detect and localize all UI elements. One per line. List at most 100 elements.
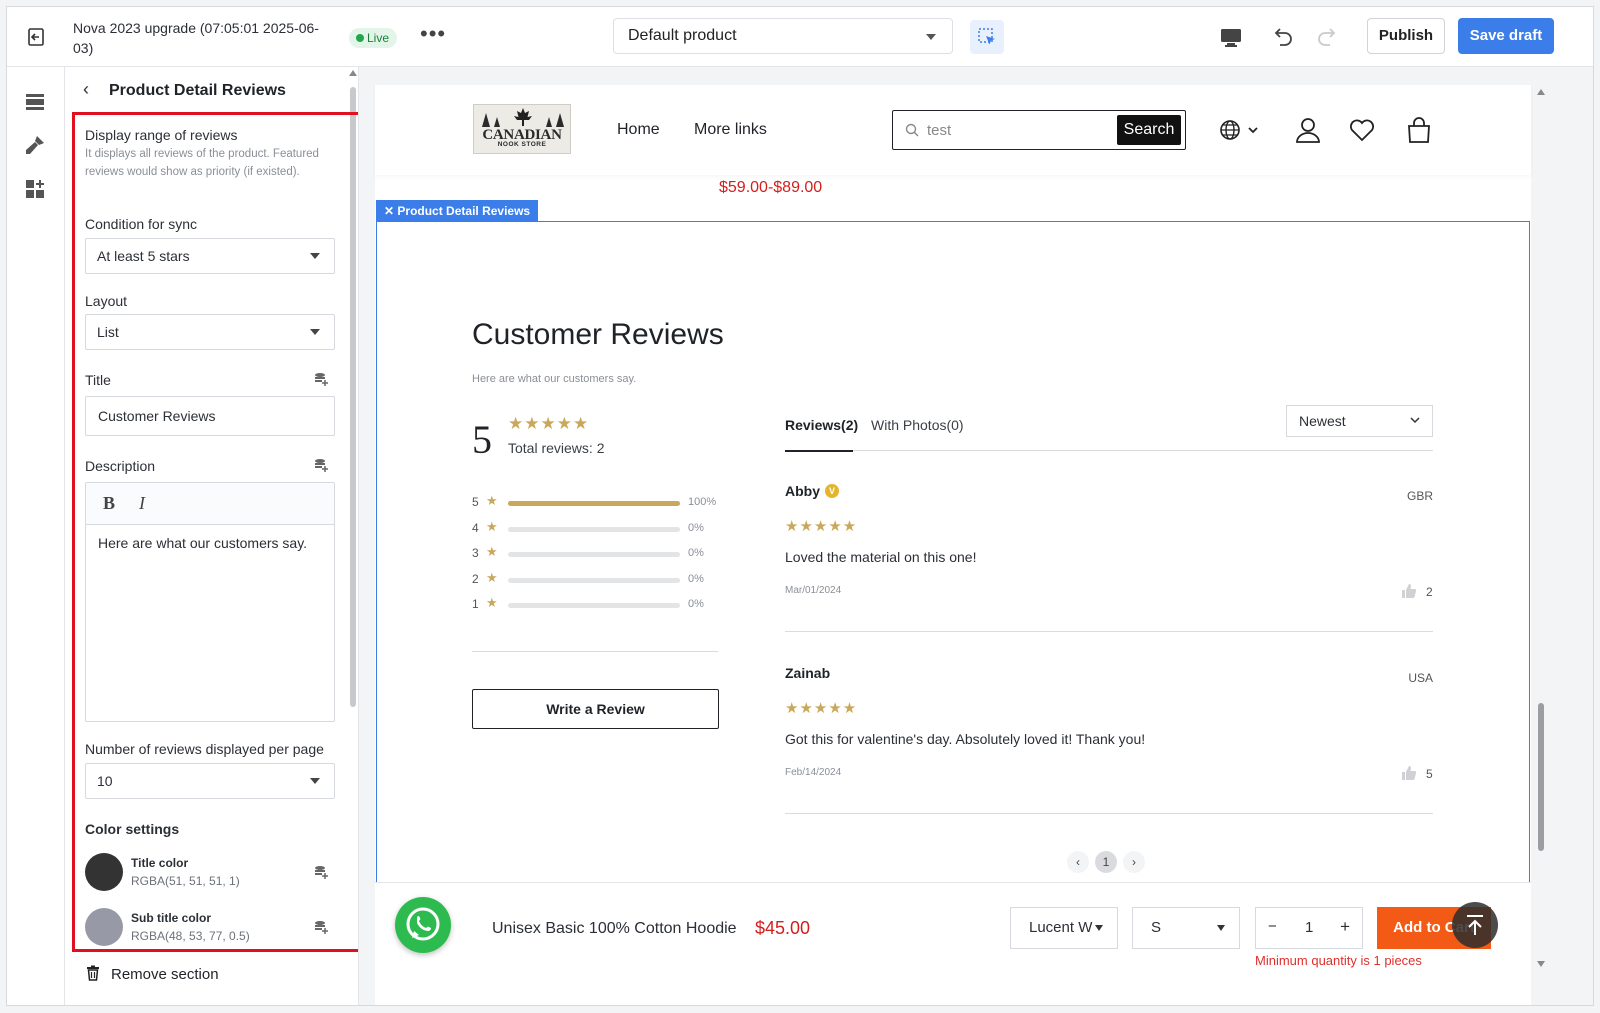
- title-color-swatch[interactable]: [85, 853, 123, 891]
- settings-panel: ‹ Product Detail Reviews Display range of…: [65, 67, 359, 1005]
- distribution-bar: [508, 501, 680, 506]
- tab-with-photos[interactable]: With Photos(0): [871, 417, 964, 433]
- section-tag[interactable]: ✕ Product Detail Reviews: [376, 200, 539, 222]
- sort-value: Newest: [1299, 413, 1346, 429]
- distribution-percent: 0%: [688, 547, 704, 559]
- tab-reviews[interactable]: Reviews(2): [785, 417, 858, 433]
- sticky-product-name: Unisex Basic 100% Cotton Hoodie: [492, 920, 737, 937]
- distribution-row: 3 ★ 0%: [472, 544, 722, 562]
- cart-bag-icon[interactable]: [1405, 116, 1433, 144]
- caret-down-icon: [310, 778, 320, 784]
- distribution-bar: [508, 526, 680, 532]
- sort-select[interactable]: Newest: [1286, 405, 1433, 437]
- trash-icon: [87, 965, 99, 981]
- whatsapp-glyph: [406, 907, 440, 941]
- close-icon[interactable]: ✕: [384, 204, 397, 218]
- nav-home[interactable]: Home: [617, 121, 660, 139]
- caret-down-icon: [1217, 925, 1225, 931]
- preview-canvas: CANADIAN NOOK STORE Home More links test…: [359, 67, 1593, 1005]
- title-color-name: Title color: [131, 856, 189, 870]
- redo-icon[interactable]: [1315, 24, 1341, 50]
- color-option-select[interactable]: Lucent W: [1010, 907, 1118, 949]
- exit-icon[interactable]: [25, 26, 47, 48]
- back-to-top-button[interactable]: [1452, 902, 1498, 948]
- caret-down-icon: [310, 253, 320, 259]
- globe-language-icon[interactable]: [1219, 116, 1263, 144]
- save-draft-button[interactable]: Save draft: [1458, 18, 1554, 54]
- more-menu-icon[interactable]: •••: [420, 23, 446, 45]
- store-logo[interactable]: CANADIAN NOOK STORE: [473, 104, 571, 154]
- bold-icon[interactable]: B: [103, 493, 115, 514]
- apps-add-icon[interactable]: [24, 178, 46, 200]
- sections-icon[interactable]: [24, 91, 46, 113]
- layout-select[interactable]: List: [85, 314, 335, 350]
- scroll-up-arrow[interactable]: [349, 70, 357, 76]
- distribution-row: 5 ★ 100%: [472, 493, 722, 511]
- undo-icon[interactable]: [1269, 24, 1295, 50]
- quantity-stepper[interactable]: − 1 +: [1255, 907, 1363, 949]
- subtitle-color-swatch[interactable]: [85, 908, 123, 946]
- search-input[interactable]: test: [927, 122, 951, 139]
- size-option-select[interactable]: S: [1132, 907, 1240, 949]
- nav-more-links[interactable]: More links: [694, 121, 767, 139]
- color-settings-label: Color settings: [85, 821, 180, 837]
- italic-icon[interactable]: I: [139, 493, 145, 514]
- reviewer-name: Zainab: [785, 665, 831, 681]
- theme-style-icon[interactable]: [24, 134, 46, 156]
- star-icon: ★: [486, 493, 498, 508]
- pager-current[interactable]: 1: [1095, 851, 1117, 873]
- condition-select[interactable]: At least 5 stars: [85, 238, 335, 274]
- price-range: $59.00-$89.00: [719, 179, 823, 196]
- description-editor[interactable]: B I Here are what our customers say.: [85, 482, 335, 722]
- scroll-down-arrow[interactable]: [1537, 961, 1545, 967]
- pager-next[interactable]: ›: [1123, 851, 1145, 873]
- title-label: Title: [85, 372, 111, 388]
- write-review-button[interactable]: Write a Review: [472, 689, 719, 729]
- distribution-bar: [508, 603, 680, 608]
- review-date: Mar/01/2024: [785, 585, 842, 596]
- description-label: Description: [85, 458, 156, 474]
- back-chevron-icon[interactable]: ‹: [83, 79, 101, 100]
- wishlist-heart-icon[interactable]: [1348, 116, 1376, 144]
- active-tab-indicator: [785, 450, 853, 452]
- tabs-divider: [785, 450, 1433, 451]
- subtitle-color-value: RGBA(48, 53, 77, 0.5): [131, 929, 250, 943]
- qty-value[interactable]: 1: [1305, 919, 1313, 936]
- dynamic-source-icon[interactable]: [313, 371, 329, 387]
- min-quantity-note: Minimum quantity is 1 pieces: [1255, 953, 1422, 968]
- star-level: 5: [472, 495, 479, 509]
- search-button[interactable]: Search: [1117, 115, 1181, 145]
- product-select[interactable]: Default product: [613, 18, 953, 54]
- remove-section-button[interactable]: Remove section: [85, 965, 219, 983]
- whatsapp-icon[interactable]: [395, 897, 451, 953]
- preview-scrollbar[interactable]: [1538, 703, 1544, 851]
- element-picker-button[interactable]: [970, 20, 1004, 54]
- pager-prev[interactable]: ‹: [1067, 851, 1089, 873]
- live-badge: Live: [349, 28, 398, 48]
- thumbs-up-icon[interactable]: [1401, 765, 1417, 781]
- thumbs-up-icon[interactable]: [1401, 583, 1417, 599]
- panel-header: ‹ Product Detail Reviews: [83, 79, 286, 105]
- qty-plus-button[interactable]: +: [1340, 917, 1350, 937]
- dynamic-source-icon[interactable]: [313, 457, 329, 473]
- star-level: 3: [472, 546, 479, 560]
- layout-label: Layout: [85, 293, 128, 309]
- display-range-label: Display range of reviews: [85, 127, 238, 143]
- qty-minus-button[interactable]: −: [1268, 918, 1277, 935]
- reviewer-country: GBR: [1406, 489, 1433, 503]
- description-text[interactable]: Here are what our customers say.: [86, 525, 334, 561]
- star-icon: ★: [486, 595, 498, 610]
- reviews-subtitle: Here are what our customers say.: [472, 373, 637, 385]
- like-count: 2: [1426, 585, 1433, 599]
- publish-button[interactable]: Publish: [1367, 18, 1445, 54]
- star-level: 2: [472, 571, 479, 586]
- account-icon[interactable]: [1294, 116, 1322, 144]
- title-input[interactable]: Customer Reviews: [85, 396, 335, 436]
- dynamic-source-icon[interactable]: [313, 919, 329, 935]
- desktop-icon[interactable]: [1218, 24, 1244, 50]
- dynamic-source-icon[interactable]: [313, 864, 329, 880]
- store-search[interactable]: test Search: [892, 110, 1186, 150]
- product-select-value: Default product: [628, 27, 737, 44]
- per-page-select[interactable]: 10: [85, 763, 335, 799]
- scroll-up-arrow[interactable]: [1537, 89, 1545, 95]
